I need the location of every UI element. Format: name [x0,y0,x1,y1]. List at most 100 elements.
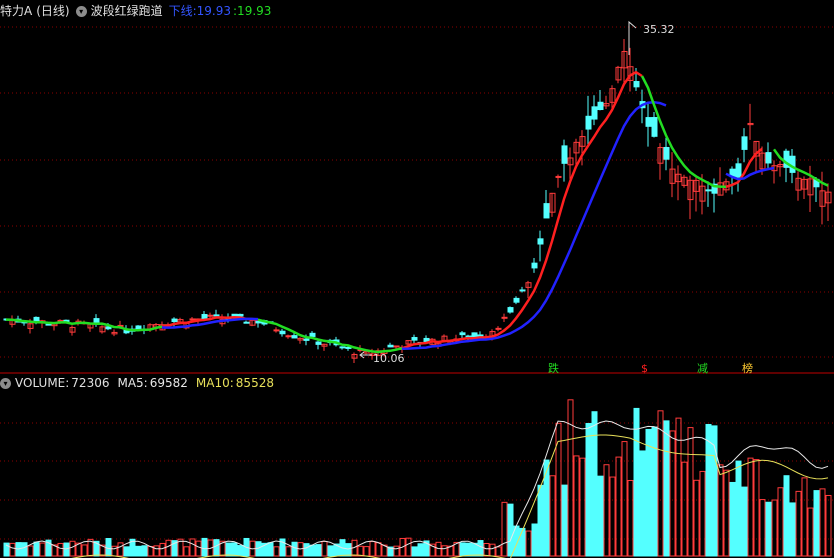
volume-bar [645,428,652,557]
candle-body [507,307,514,313]
volume-bar [579,457,586,557]
candle-body [705,189,712,192]
volume-bar [483,542,490,557]
volume-bar [225,542,232,557]
volume-bar [285,546,292,557]
volume-bar [765,501,772,557]
volume-bar [705,423,712,557]
candle-body [339,346,346,349]
candles [3,38,832,363]
candle-body [471,332,478,338]
candle-body [459,332,466,336]
annotations: 35.32 10.06 跌 $ 减 榜 [359,20,753,375]
volume-bar [231,542,238,557]
signal-3: 减 [697,362,708,375]
volume-bar [543,459,550,557]
volume-bar [741,486,748,557]
candle-body [237,313,244,317]
candle-body [765,152,772,164]
candle-body [279,330,286,335]
volume-bar [615,456,622,557]
volume-bar [81,544,88,557]
volume-bar [321,541,328,557]
volume-bar [363,546,370,557]
volume-bar [819,488,826,557]
volume-bar [189,538,196,557]
volume-bar [417,543,424,557]
candle-body [537,238,544,245]
volume-bar [657,410,664,557]
volume-bar [585,422,592,557]
volume-bar [267,542,274,557]
candle-body [243,321,250,324]
volume-bar [507,503,514,557]
candle-body [633,81,640,88]
volume-bar [63,542,70,557]
volume-bar [69,540,76,557]
volume-bar [105,537,112,557]
candle-body [387,344,394,348]
volume-bar [681,461,688,557]
volume-bar [153,545,160,557]
volume-bar [39,542,46,557]
volume-bar [183,546,190,557]
volume-bar [21,542,28,557]
volume-bar [825,494,832,557]
stock-chart[interactable]: 35.32 10.06 跌 $ 减 榜 [0,0,834,558]
candle-body [561,145,568,164]
candle-body [513,297,520,303]
volume-bar [369,541,376,557]
volume-bar [375,542,382,557]
volume-bar [9,542,16,557]
volume-bar [801,477,808,557]
signal-4: 榜 [742,361,753,375]
candle-body [303,338,310,341]
candle-body [207,314,214,317]
high-label: 35.32 [643,23,675,36]
candle-body [345,346,352,349]
candle-body [411,337,418,341]
volume-bar [795,490,802,557]
volume-bar [687,427,694,557]
volume-bar [471,542,478,557]
volume-bar [309,544,316,557]
signal-2: $ [641,362,648,375]
candle-body [495,327,502,330]
candle-body [519,289,526,292]
volume-bar [603,464,610,557]
volume-bar [393,545,400,557]
volume-bar [729,481,736,557]
channel-blue-line [401,100,667,350]
candle-body [171,318,178,323]
volume-bar [327,545,334,557]
volume-bar [57,542,64,557]
low-label: 10.06 [373,352,405,365]
candle-body [291,335,298,339]
volume-bar [651,426,658,557]
volume-bar [27,545,34,557]
volume-bar [135,545,142,557]
volume-bar [639,450,646,557]
volume-bar [201,537,208,557]
candle-body [645,117,652,127]
volume-bar [123,546,130,557]
volume-bar [633,407,640,557]
volume-bar [753,459,760,557]
volume-bar [717,464,724,557]
volume-bar [441,545,448,557]
volume-bar [315,544,322,557]
volume-bar [537,484,544,557]
volume-bar [291,541,298,557]
volume-bar [117,542,124,557]
candle-body [393,345,400,348]
candle-body [285,335,292,338]
candle-body [93,318,100,324]
volume-bar [807,507,814,557]
candle-body [543,203,550,219]
volume-bar [813,490,820,557]
volume-bar [465,542,472,557]
volume-bar [165,539,172,557]
volume-bar [549,475,556,557]
candle-body [591,106,598,120]
candle-body [663,146,670,160]
